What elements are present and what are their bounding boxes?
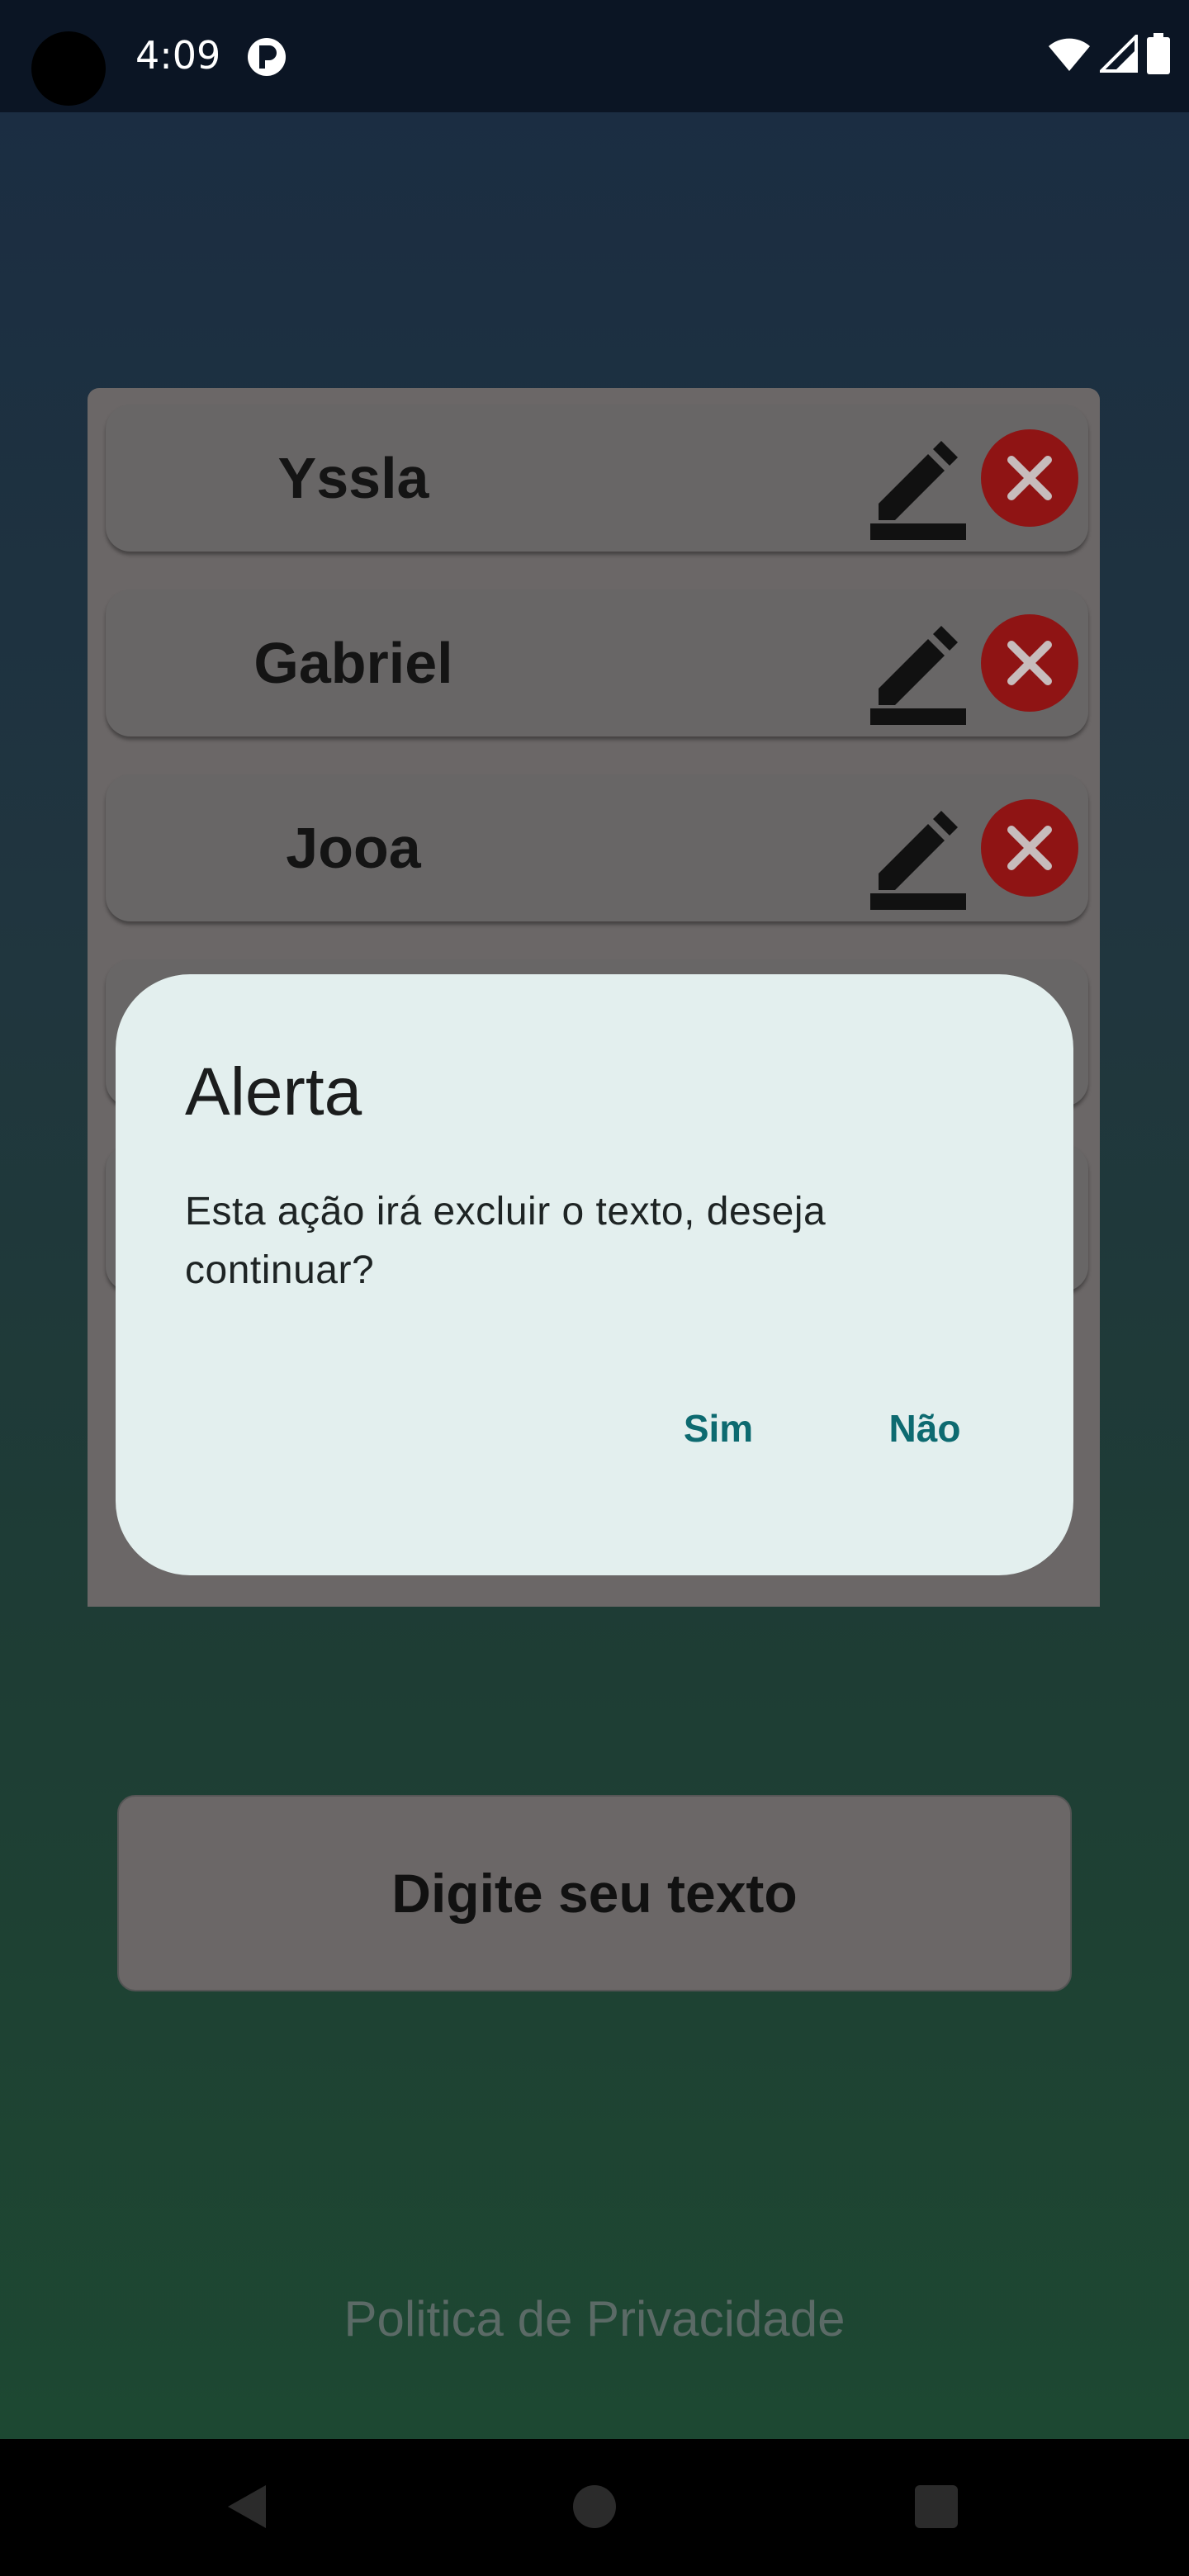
status-time: 4:09 <box>135 33 221 78</box>
list-item-name: Yssla <box>277 446 429 510</box>
home-icon[interactable] <box>573 2485 616 2528</box>
list-item[interactable]: Yssla <box>106 405 1088 552</box>
wifi-icon <box>1049 38 1090 71</box>
cell-signal-icon <box>1100 35 1138 73</box>
delete-button[interactable] <box>981 614 1078 712</box>
status-bar: 4:09 <box>0 0 1189 112</box>
text-input[interactable]: Digite seu texto <box>117 1795 1072 1991</box>
confirm-button[interactable]: Sim <box>644 1387 793 1470</box>
status-icons <box>1047 33 1171 74</box>
alert-dialog: Alerta Esta ação irá excluir o texto, de… <box>116 974 1073 1575</box>
back-icon[interactable] <box>223 2482 272 2531</box>
list-item[interactable]: Jooa <box>106 774 1088 921</box>
cancel-button[interactable]: Não <box>850 1387 999 1470</box>
list-item-name: Gabriel <box>253 631 453 695</box>
list-item[interactable]: Gabriel <box>106 590 1088 736</box>
dialog-title: Alerta <box>185 1054 362 1129</box>
delete-button[interactable] <box>981 429 1078 527</box>
close-x-icon <box>1007 641 1052 685</box>
pencil-edit-icon[interactable] <box>870 438 966 540</box>
privacy-policy-link[interactable]: Politica de Privacidade <box>0 2290 1189 2347</box>
pencil-edit-icon[interactable] <box>870 807 966 910</box>
close-x-icon <box>1007 826 1052 870</box>
front-camera-cutout <box>31 31 106 106</box>
dialog-message: Esta ação irá excluir o texto, deseja co… <box>185 1190 827 1292</box>
app-notification-icon <box>248 38 286 76</box>
delete-button[interactable] <box>981 799 1078 897</box>
recent-apps-icon[interactable] <box>915 2485 958 2528</box>
list-item-name: Jooa <box>286 816 421 880</box>
close-x-icon <box>1007 456 1052 500</box>
battery-icon <box>1147 33 1170 74</box>
app-screen: 4:09 Yssla Gabriel Jooa Digite seu texto… <box>0 0 1189 2576</box>
pencil-edit-icon[interactable] <box>870 623 966 725</box>
